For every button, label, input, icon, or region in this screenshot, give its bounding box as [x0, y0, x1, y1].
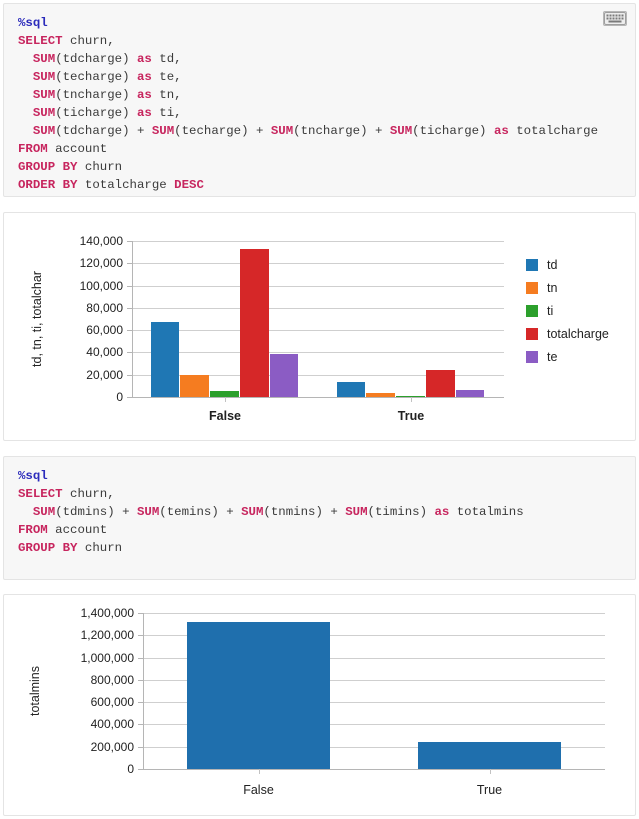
code-line: SUM(tncharge) as tn, [32, 88, 182, 102]
code-line: SUM(ticharge) as ti, [32, 106, 182, 120]
y-tick-label: 0 [127, 762, 134, 776]
legend-label: te [547, 350, 558, 364]
legend-swatch [526, 328, 538, 340]
bar[interactable] [417, 742, 562, 769]
gridline [132, 285, 504, 287]
y-tick-label: 0 [116, 390, 123, 404]
gridline [132, 330, 504, 332]
legend-item[interactable]: td [526, 256, 609, 274]
sql-code-cell-1[interactable]: %sql SELECT churn, SUM(tdcharge) as td, S… [3, 3, 636, 197]
bar[interactable] [336, 382, 366, 397]
legend-item[interactable]: ti [526, 302, 609, 320]
code-line: SELECT churn, [18, 34, 115, 48]
legend-label: ti [547, 304, 554, 318]
gridline [132, 263, 504, 265]
code-line: SUM(tdcharge) + SUM(techarge) + SUM(tnch… [32, 124, 599, 138]
bar[interactable] [425, 369, 455, 397]
legend-item[interactable]: tn [526, 279, 609, 297]
code-line: SUM(tdmins) + SUM(temins) + SUM(tnmins) … [32, 505, 524, 519]
code-line: GROUP BY churn [18, 541, 123, 555]
legend-swatch [526, 259, 538, 271]
y-tick-label: 80,000 [86, 300, 123, 315]
code-line: FROM account [18, 523, 108, 537]
x-tick-mark [258, 769, 260, 774]
y-axis-label: td, tn, ti, totalchar [30, 271, 44, 367]
legend-label: tn [547, 281, 558, 295]
legend-swatch [526, 282, 538, 294]
gridline [132, 352, 504, 354]
x-tick-mark [411, 397, 412, 402]
y-tick-label: 1,000,000 [80, 650, 134, 665]
bar[interactable] [239, 248, 269, 397]
x-tick-mark [225, 397, 226, 402]
bar[interactable] [269, 353, 299, 397]
gridline [143, 769, 605, 770]
y-tick-label: 20,000 [86, 367, 123, 382]
y-tick-label: 600,000 [90, 695, 134, 710]
y-tick-label: 140,000 [79, 234, 123, 248]
code-line: SELECT churn, [18, 487, 115, 501]
legend-label: td [547, 258, 558, 272]
sql-code-text-1: %sql SELECT churn, SUM(tdcharge) as td, S… [4, 4, 635, 204]
x-tick-label: False [209, 409, 241, 423]
bar[interactable] [455, 389, 485, 397]
y-axis-line [132, 241, 133, 397]
legend-swatch [526, 351, 538, 363]
bar[interactable] [366, 393, 396, 397]
gridline [132, 241, 504, 242]
y-axis-label: totalmins [28, 665, 42, 717]
bar-chart-charges: td, tn, ti, totalchar 0 20,000 40,000 60,000… [4, 213, 635, 440]
legend-item[interactable]: te [526, 348, 609, 366]
y-tick-label: 120,000 [79, 256, 123, 271]
y-tick-label: 1,200,000 [80, 628, 134, 643]
y-tick-mark [127, 397, 132, 398]
sql-code-text-2: %sql SELECT churn, SUM(tdmins) + SUM(temi… [4, 457, 635, 567]
code-line: FROM account [18, 142, 108, 156]
x-tick-label: True [476, 783, 503, 797]
chart-panel-charges[interactable]: td, tn, ti, totalchar 0 20,000 40,000 60,000… [3, 212, 636, 441]
code-line: %sql [18, 16, 48, 30]
bar[interactable] [150, 321, 180, 397]
chart-panel-totalmins[interactable]: totalmins 0 200,000 400,000 600,000 800,000 1,… [3, 594, 636, 816]
bar[interactable] [180, 374, 210, 397]
y-tick-label: 800,000 [90, 672, 134, 687]
y-axis-line [143, 613, 144, 769]
x-tick-mark [489, 769, 491, 774]
code-line: SUM(tdcharge) as td, [32, 52, 182, 66]
notebook-page: %sql SELECT churn, SUM(tdcharge) as td, S… [0, 0, 639, 819]
legend-item[interactable]: totalcharge [526, 325, 609, 343]
legend-swatch [526, 305, 538, 317]
code-line: SUM(techarge) as te, [32, 70, 182, 84]
y-tick-label: 40,000 [86, 345, 123, 360]
y-tick-label: 200,000 [90, 739, 134, 754]
bar-chart-totalmins: totalmins 0 200,000 400,000 600,000 800,000 1,… [4, 595, 635, 815]
code-line: GROUP BY churn [18, 160, 123, 174]
code-line: ORDER BY totalcharge DESC [18, 178, 204, 192]
y-tick-label: 400,000 [90, 717, 134, 732]
y-tick-label: 100,000 [79, 278, 123, 293]
bar[interactable] [186, 621, 331, 769]
y-tick-mark [138, 769, 143, 770]
keyboard-icon[interactable] [603, 11, 627, 26]
x-tick-label: False [243, 783, 274, 797]
x-tick-label: True [397, 409, 425, 423]
chart-legend: td tn ti totalcharge te [526, 256, 609, 371]
sql-code-cell-2[interactable]: %sql SELECT churn, SUM(tdmins) + SUM(temi… [3, 456, 636, 580]
gridline [132, 397, 504, 398]
y-tick-label: 60,000 [86, 323, 123, 338]
gridline [132, 307, 504, 309]
y-tick-label: 1,400,000 [80, 606, 134, 620]
gridline [143, 613, 605, 614]
legend-label: totalcharge [547, 327, 609, 341]
code-line: %sql [18, 469, 48, 483]
